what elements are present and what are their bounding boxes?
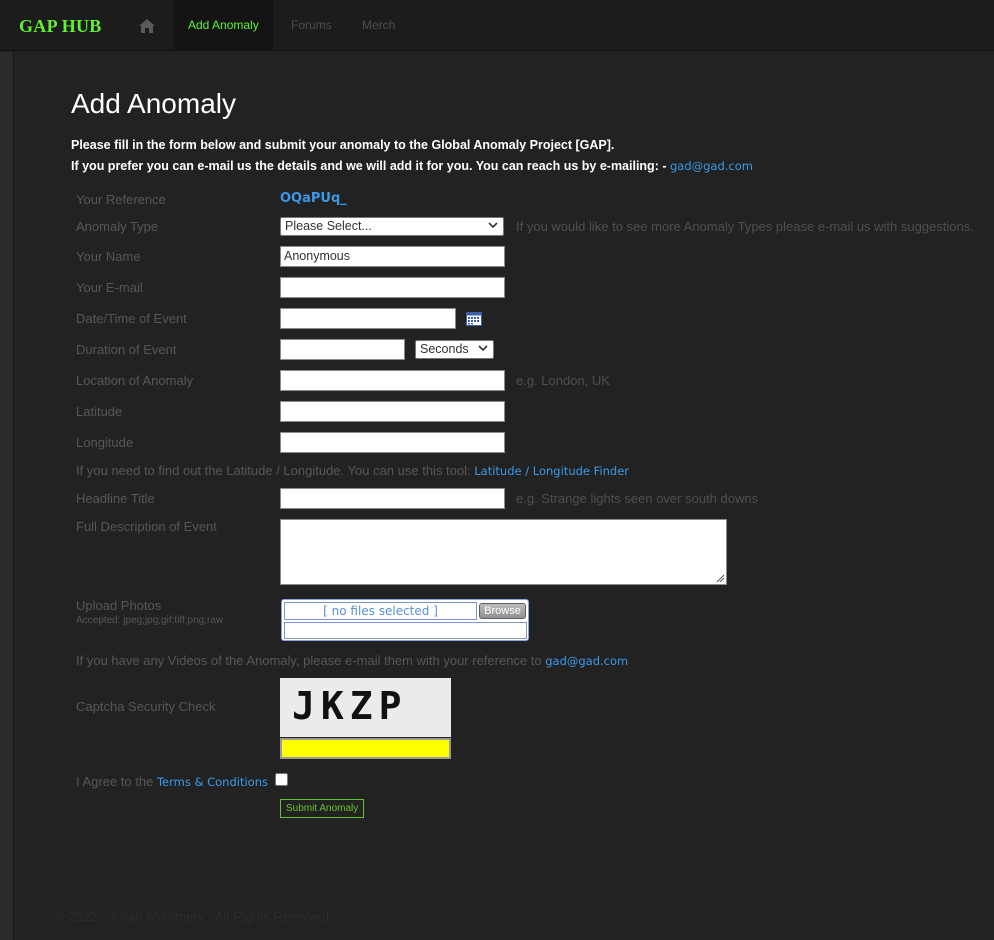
duration-unit-value: Seconds (420, 342, 469, 356)
duration-unit-select[interactable]: Seconds (415, 340, 494, 359)
duration-input[interactable] (280, 339, 405, 360)
top-navbar: GAP HUB Add Anomaly Forums Merch (0, 0, 994, 51)
brand-logo[interactable]: GAP HUB (19, 16, 102, 37)
chevron-down-icon (488, 222, 498, 229)
resize-handle-icon[interactable] (716, 574, 725, 583)
anomaly-type-select[interactable]: Please Select... (280, 217, 504, 236)
location-hint: e.g. London, UK (516, 373, 610, 388)
email-input[interactable] (280, 277, 505, 298)
location-input[interactable] (280, 370, 505, 391)
intro-line-1: Please fill in the form below and submit… (71, 138, 615, 152)
datetime-input[interactable] (280, 308, 456, 329)
longitude-label: Longitude (76, 435, 134, 450)
headline-hint: e.g. Strange lights seen over south down… (516, 491, 759, 506)
anomaly-type-value: Please Select... (285, 219, 372, 233)
upload-extra-field[interactable] (284, 622, 527, 639)
nav-tab-add-anomaly[interactable]: Add Anomaly (174, 0, 273, 51)
home-icon[interactable] (128, 0, 166, 51)
anomaly-type-hint: If you would like to see more Anomaly Ty… (516, 219, 974, 234)
longitude-input[interactable] (280, 432, 505, 453)
chevron-down-icon (478, 345, 488, 352)
contact-email-link[interactable]: gad@gad.com (670, 159, 753, 173)
browse-button[interactable]: Browse (479, 603, 526, 619)
photo-upload[interactable]: [ no files selected ] Browse (281, 599, 529, 641)
videos-note: If you have any Videos of the Anomaly, p… (76, 653, 628, 668)
location-label: Location of Anomaly (76, 373, 194, 388)
intro-line-2-text: If you prefer you can e-mail us the deta… (71, 159, 667, 173)
description-textarea[interactable] (280, 519, 727, 585)
upload-accepted-note: Accepted: jpeg;jpg;gif;tiff;png;raw (76, 615, 224, 626)
headline-input[interactable] (280, 488, 505, 509)
videos-email-link[interactable]: gad@gad.com (545, 654, 628, 668)
latlong-note-text: If you need to find out the Latitude / L… (76, 463, 471, 478)
intro-line-2: If you prefer you can e-mail us the deta… (71, 159, 753, 173)
name-input[interactable]: Anonymous (280, 246, 505, 267)
agree-row: I Agree to the Terms & Conditions (76, 774, 268, 789)
agree-checkbox[interactable] (275, 773, 288, 786)
videos-note-text: If you have any Videos of the Anomaly, p… (76, 653, 542, 668)
nav-tab-merch[interactable]: Merch (362, 0, 395, 51)
latlong-finder-link[interactable]: Latitude / Longitude Finder (474, 464, 629, 478)
upload-label: Upload Photos (76, 598, 162, 613)
duration-label: Duration of Event (76, 342, 177, 357)
terms-link[interactable]: Terms & Conditions (157, 775, 268, 789)
datetime-label: Date/Time of Event (76, 311, 187, 326)
reference-value: OQaPUq_ (280, 191, 347, 206)
calendar-icon[interactable] (466, 312, 482, 331)
latitude-label: Latitude (76, 404, 123, 419)
submit-button[interactable]: Submit Anomaly (280, 799, 365, 818)
captcha-input[interactable] (280, 738, 451, 759)
page-title: Add Anomaly (71, 88, 236, 119)
captcha-text: JKZP (292, 684, 408, 728)
captcha-image: JKZP (280, 678, 451, 737)
latitude-input[interactable] (280, 401, 505, 422)
anomaly-type-label: Anomaly Type (76, 219, 159, 234)
footer-copyright: © 2022 - Julian Mummery - All Rights Res… (55, 909, 330, 924)
captcha-label: Captcha Security Check (76, 699, 216, 714)
upload-files-display: [ no files selected ] (284, 602, 477, 620)
reference-label: Your Reference (76, 192, 166, 207)
latlong-note: If you need to find out the Latitude / L… (76, 463, 629, 478)
description-label: Full Description of Event (76, 519, 217, 534)
agree-label: I Agree to the (76, 774, 154, 789)
nav-tab-forums[interactable]: Forums (291, 0, 332, 51)
headline-label: Headline Title (76, 491, 155, 506)
email-label: Your E-mail (76, 280, 143, 295)
left-rail (0, 52, 14, 940)
name-label: Your Name (76, 249, 141, 264)
